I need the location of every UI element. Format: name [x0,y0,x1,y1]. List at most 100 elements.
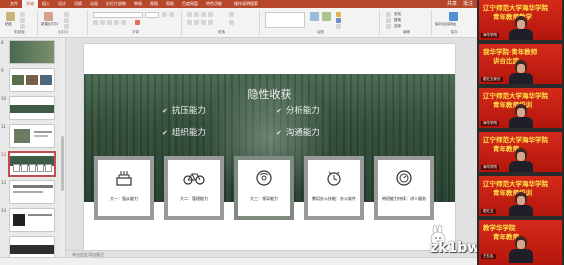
video-tile[interactable]: 教学华学院 青年教师 王礼民 [479,220,562,265]
copy-icon[interactable] [20,18,25,23]
cloud-save-icon[interactable] [449,12,458,21]
slide-title[interactable]: 隐性收获 [84,86,455,102]
replace-button[interactable]: 替换 [394,18,401,23]
paste-icon[interactable] [6,12,15,21]
video-tile[interactable]: 辽宁师范大学海华学院 青年教师教学 海华学院 [479,0,562,40]
reset-icon[interactable] [64,18,69,23]
font-name-combo[interactable] [93,12,143,18]
slide-thumbnail[interactable] [9,208,55,232]
tab-insert[interactable]: 插入 [38,0,54,8]
group-slides: 新建幻灯片 幻灯片 [40,10,88,36]
clock2-icon [396,170,412,190]
find-button[interactable]: 查找 [394,12,401,17]
tab-animations[interactable]: 动画 [86,0,102,8]
new-slide-icon[interactable] [44,12,53,21]
thumb-text-line [34,131,52,133]
tell-me-search[interactable]: 操作说明搜索 [226,0,258,8]
slide-thumbnail[interactable] [9,96,55,120]
bullets-icon[interactable] [187,12,192,17]
align-center-icon[interactable] [194,20,199,25]
tab-view[interactable]: 视图 [146,0,162,8]
bullet-item[interactable]: ✔ 组织能力 [162,126,206,138]
slide-thumbnail[interactable] [9,180,55,204]
thumb-number: 8 [1,40,4,45]
quick-styles-icon[interactable] [322,12,331,21]
align-left-icon[interactable] [187,20,192,25]
new-slide-button[interactable]: 新建幻灯片 [41,22,59,27]
tab-help[interactable]: 帮助 [162,0,178,8]
slide[interactable]: 隐性收获 ✔ 抗压能力 ✔ 分析能力 ✔ 组织能力 ✔ 沟通能力 大一：强从能力 大二：… [84,44,455,253]
tab-home[interactable]: 开始 [22,0,38,8]
save-to-baidu-button[interactable]: 保存到百度网盘 [435,22,456,26]
video-tile[interactable]: 我华学院·青年教师 讲台比武 翟红玉家长 [479,44,562,84]
tab-slideshow[interactable]: 幻灯片放映 [102,0,130,8]
thumb-text-line [34,135,48,137]
ability-card[interactable]: 大二：管理能力 [164,156,224,220]
card-label: 大二：管理能力 [180,196,208,201]
align-right-icon[interactable] [201,20,206,25]
tab-baidu[interactable]: 百度网盘 [178,0,202,8]
bullet-item[interactable]: ✔ 抗压能力 [162,104,206,116]
underline-icon[interactable] [107,20,112,25]
participant-name: 翟红玉 [481,209,496,214]
font-size-combo[interactable] [145,12,159,18]
slide-thumbnail-selected[interactable] [8,151,56,177]
text-direction-icon[interactable] [229,12,234,17]
shape-effects-icon[interactable] [336,24,341,29]
paste-button[interactable]: 粘贴 [5,22,12,27]
numbering-icon[interactable] [194,12,199,17]
shadow-icon[interactable] [121,20,126,25]
font-color-icon[interactable] [135,20,140,25]
increase-indent-icon[interactable] [208,12,213,17]
bullet-item[interactable]: ✔ 沟通能力 [276,126,320,138]
section-icon[interactable] [64,24,69,29]
thumb-card [13,164,20,172]
tab-design[interactable]: 设计 [54,0,70,8]
thumb-image [14,129,30,143]
group-label: 绘图 [317,30,324,34]
video-tile[interactable]: 辽宁师范大学海华学院 青年教师培训 海华学院 [479,88,562,128]
layout-icon[interactable] [64,12,69,17]
select-button[interactable]: 选择 [394,24,401,29]
slide-thumbnail[interactable] [9,68,55,92]
share-button[interactable]: 共享 [447,0,457,8]
ability-card[interactable]: 大三：领导能力 [234,156,294,220]
video-tile[interactable]: 辽宁师范大学海华学院 青年教师培训 翟红玉 [479,176,562,216]
thumbnails-scrollbar[interactable] [60,38,65,257]
video-tile[interactable]: 辽宁师范大学海华学院 青年教师 海华学院 [479,132,562,172]
window-controls: 共享 批注 [447,0,473,8]
tab-transitions[interactable]: 切换 [70,0,86,8]
ability-card[interactable]: 带班能力持续：讲人服务 [374,156,434,220]
shape-outline-icon[interactable] [336,18,341,23]
slide-thumbnail[interactable] [9,236,55,257]
arrange-icon[interactable] [310,12,319,21]
tab-features[interactable]: 特色功能 [202,0,226,8]
justify-icon[interactable] [208,20,213,25]
decrease-indent-icon[interactable] [201,12,206,17]
tab-file[interactable]: 文件 [6,0,22,8]
shrink-font-icon[interactable] [169,12,174,17]
comments-button[interactable]: 批注 [463,0,473,8]
align-text-icon[interactable] [229,20,234,25]
participant-name: 翟红玉家长 [481,77,503,82]
slide-thumbnail[interactable] [9,124,55,148]
format-painter-icon[interactable] [20,24,25,29]
bullet-item[interactable]: ✔ 分析能力 [276,104,320,116]
screen: 文件 开始 插入 设计 切换 动画 幻灯片放映 审阅 视图 帮助 百度网盘 特色… [0,0,564,265]
italic-icon[interactable] [100,20,105,25]
scrollbar-thumb[interactable] [61,136,64,191]
strikethrough-icon[interactable] [114,20,119,25]
shape-fill-icon[interactable] [336,12,341,17]
bold-icon[interactable] [93,20,98,25]
ability-card[interactable]: 教培办公技能：办公软件 [304,156,364,220]
shapes-gallery[interactable] [265,12,305,28]
tab-review[interactable]: 审阅 [130,0,146,8]
grow-font-icon[interactable] [162,12,167,17]
slide-thumbnail[interactable] [9,40,55,64]
group-label: 字体 [132,30,139,34]
select-icon [386,24,391,29]
thumb-number: 10 [1,96,7,101]
ability-card[interactable]: 大一：强从能力 [94,156,154,220]
ribbon-tabs: 文件 开始 插入 设计 切换 动画 幻灯片放映 审阅 视图 帮助 百度网盘 特色… [0,0,258,8]
cut-icon[interactable] [20,12,25,17]
